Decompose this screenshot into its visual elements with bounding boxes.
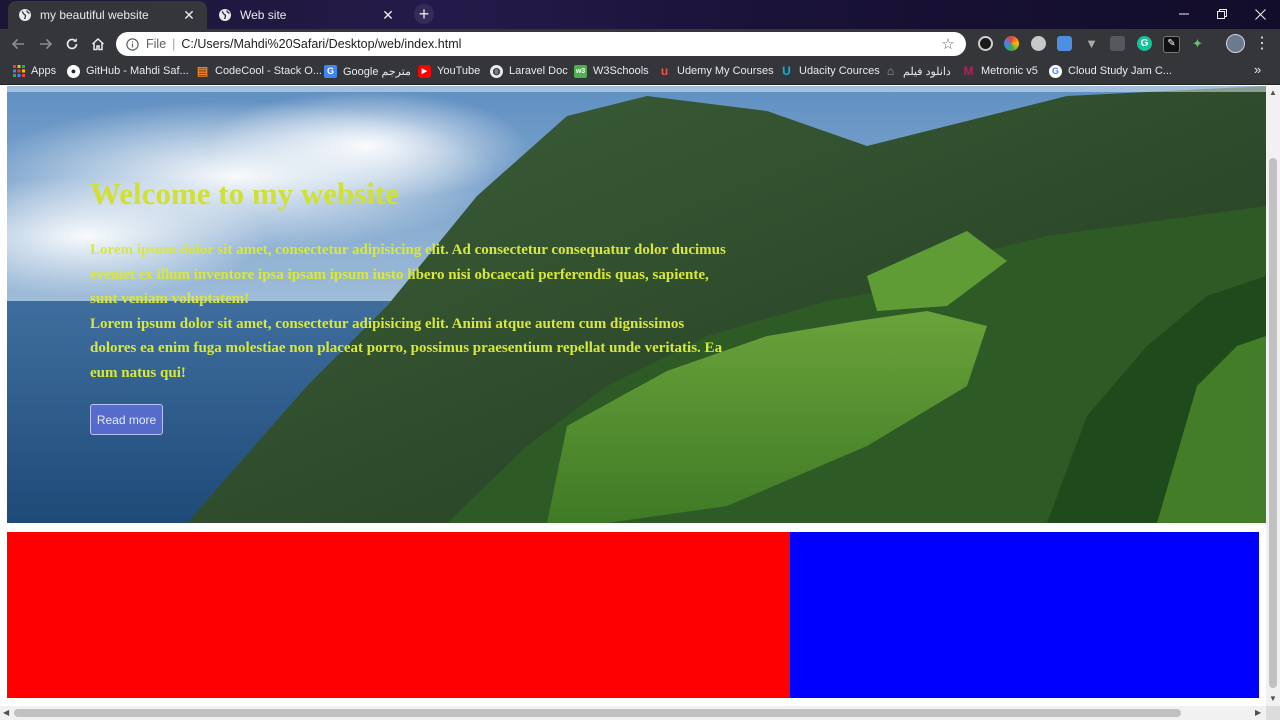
read-more-button[interactable]: Read more	[90, 404, 163, 435]
scroll-right-arrow-icon[interactable]: ▶	[1255, 708, 1261, 717]
bookmark-github[interactable]: ● GitHub - Mahdi Saf...	[67, 63, 189, 79]
extension-download-icon[interactable]	[1057, 36, 1072, 51]
extension-vue-icon[interactable]: ▼	[1084, 36, 1099, 51]
back-button[interactable]	[7, 33, 29, 55]
bookmark-label: GitHub - Mahdi Saf...	[86, 65, 189, 77]
codecool-icon: ▤	[196, 64, 209, 78]
bookmark-metronic[interactable]: M Metronic v5	[962, 63, 1038, 79]
udemy-icon: u	[660, 64, 669, 78]
bookmark-cloud-study-jam[interactable]: G Cloud Study Jam C...	[1049, 63, 1172, 79]
bookmark-laravel-doc[interactable]: ◍ Laravel Doc	[490, 63, 568, 79]
tab-my-beautiful-website[interactable]: my beautiful website ✕	[8, 1, 207, 29]
tab-title: Web site	[240, 8, 287, 22]
tab-title: my beautiful website	[40, 8, 149, 22]
globe-icon	[218, 8, 232, 22]
w3schools-icon: w3	[574, 64, 587, 78]
url-scheme-label: File	[146, 37, 167, 51]
extension-shield-icon[interactable]	[978, 36, 993, 51]
blue-block	[790, 532, 1259, 698]
close-window-button[interactable]	[1241, 0, 1279, 28]
metronic-icon: M	[963, 64, 974, 78]
hero-paragraph: Lorem ipsum dolor sit amet, consectetur …	[90, 315, 723, 381]
bookmark-star-icon[interactable]: ☆	[940, 35, 956, 53]
browser-toolbar: File | C:/Users/Mahdi%20Safari/Desktop/w…	[0, 29, 1280, 58]
bookmark-label: Udacity Cources	[799, 65, 880, 77]
minimize-button[interactable]	[1165, 0, 1203, 28]
bookmark-google-translate[interactable]: G Google مترجم	[324, 63, 411, 79]
bookmarks-bar: Apps ● GitHub - Mahdi Saf... ▤ CodeCool …	[0, 58, 1280, 85]
tab-web-site[interactable]: Web site ✕	[208, 1, 406, 29]
red-block	[7, 532, 790, 698]
apps-grid-icon	[12, 65, 25, 78]
scroll-up-arrow-icon[interactable]: ▲	[1269, 88, 1277, 97]
bookmark-apps[interactable]: Apps	[12, 63, 56, 79]
url-separator: |	[172, 37, 176, 51]
bookmark-label: Cloud Study Jam C...	[1068, 65, 1172, 77]
bookmark-youtube[interactable]: ▶ YouTube	[418, 63, 480, 79]
youtube-icon: ▶	[418, 64, 431, 78]
grammarly-icon[interactable]: G	[1137, 36, 1152, 51]
bookmark-label: Google مترجم	[343, 65, 411, 78]
home-button[interactable]	[87, 33, 109, 55]
extension-grid-icon[interactable]	[1110, 36, 1125, 51]
forward-button[interactable]	[35, 33, 57, 55]
hero-section: Welcome to my website Lorem ipsum dolor …	[7, 86, 1266, 523]
close-tab-icon[interactable]: ✕	[181, 7, 197, 23]
udacity-icon: U	[782, 64, 791, 78]
scroll-down-arrow-icon[interactable]: ▼	[1269, 694, 1277, 703]
new-tab-button[interactable]: +	[414, 4, 434, 24]
hero-paragraph: Lorem ipsum dolor sit amet, consectetur …	[90, 242, 726, 308]
globe-icon: ◍	[490, 64, 503, 78]
bookmark-label: دانلود فیلم	[903, 65, 951, 78]
bookmark-w3schools[interactable]: w3 W3Schools	[574, 63, 649, 79]
profile-avatar[interactable]	[1226, 34, 1245, 53]
page-viewport: Welcome to my website Lorem ipsum dolor …	[0, 86, 1266, 706]
extension-color-icon[interactable]	[1004, 36, 1019, 51]
extension-pen-icon[interactable]: ✎	[1163, 36, 1180, 53]
bookmark-label: Laravel Doc	[509, 65, 568, 77]
google-icon: G	[1049, 64, 1062, 78]
url-text[interactable]: C:/Users/Mahdi%20Safari/Desktop/web/inde…	[181, 37, 940, 51]
address-bar[interactable]: File | C:/Users/Mahdi%20Safari/Desktop/w…	[116, 32, 966, 56]
info-icon[interactable]	[126, 37, 140, 51]
bookmark-udemy[interactable]: u Udemy My Courses	[658, 63, 774, 79]
scroll-left-arrow-icon[interactable]: ◀	[3, 708, 9, 717]
bookmark-label: W3Schools	[593, 65, 649, 77]
browser-menu-icon[interactable]: ⋮	[1254, 34, 1270, 53]
close-tab-icon[interactable]: ✕	[380, 7, 396, 23]
bookmark-label: Metronic v5	[981, 65, 1038, 77]
bookmark-udacity[interactable]: U Udacity Cources	[780, 63, 880, 79]
bookmarks-overflow-chevron-icon[interactable]: »	[1254, 62, 1261, 77]
reload-button[interactable]	[61, 33, 83, 55]
horizontal-scroll-thumb[interactable]	[14, 709, 1181, 717]
restore-button[interactable]	[1203, 0, 1241, 28]
vertical-scroll-thumb[interactable]	[1269, 158, 1277, 688]
scrollbar-corner	[1266, 706, 1280, 720]
extension-circle-icon[interactable]	[1031, 36, 1046, 51]
bookmark-label: Apps	[31, 65, 57, 77]
hero-content: Welcome to my website Lorem ipsum dolor …	[90, 176, 730, 386]
extension-leaf-icon[interactable]: ✦	[1190, 36, 1205, 51]
film-icon: ⌂	[886, 64, 895, 78]
globe-icon	[18, 8, 32, 22]
tab-strip: my beautiful website ✕ Web site ✕ +	[0, 0, 1280, 29]
hero-title: Welcome to my website	[90, 176, 400, 211]
bookmark-codecool[interactable]: ▤ CodeCool - Stack O...	[196, 63, 322, 79]
bookmark-label: CodeCool - Stack O...	[215, 65, 322, 77]
google-translate-icon: G	[324, 64, 337, 78]
github-icon: ●	[67, 64, 80, 78]
bookmark-label: Udemy My Courses	[677, 65, 774, 77]
bookmark-label: YouTube	[437, 65, 481, 77]
bookmark-film-download[interactable]: ⌂ دانلود فیلم	[884, 63, 951, 79]
